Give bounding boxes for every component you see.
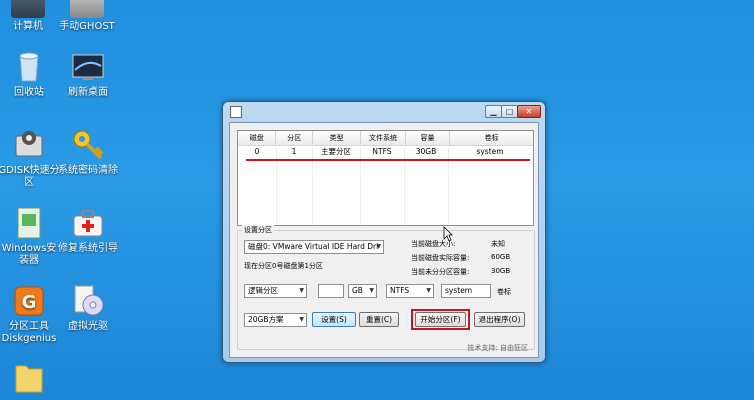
folder-icon — [12, 360, 46, 394]
column-header-filesystem[interactable]: 文件系统 — [361, 131, 406, 145]
maximize-button[interactable]: □ — [501, 105, 518, 118]
recycle-bin-icon — [12, 50, 46, 84]
desktop-icon-label: Windows安装器 — [1, 243, 57, 266]
volume-label-input[interactable]: system — [441, 284, 491, 298]
desktop-icon-label: 系统密码清除 — [58, 165, 118, 176]
desktop-icon-label: GDISK快速分区 — [0, 165, 60, 188]
stat-value: 未知 — [491, 240, 505, 248]
column-header-partition[interactable]: 分区 — [276, 131, 313, 145]
window-title-bar[interactable]: ▁ □ ✕ — [223, 102, 545, 120]
desktop-icon-repair-boot[interactable]: 修复系统引导 — [56, 206, 120, 255]
cell-partition: 1 — [291, 147, 297, 156]
minimize-button[interactable]: ▁ — [485, 105, 502, 118]
volume-label-value: system — [445, 286, 473, 295]
desktop-icon-gdisk[interactable]: GDISK快速分区 — [0, 128, 61, 189]
cell-type: 主要分区 — [321, 147, 351, 156]
desktop-icon-label: 手动GHOST — [59, 21, 115, 32]
desktop-icon-computer[interactable]: 计算机 — [0, 0, 60, 33]
disk-select[interactable]: 磁盘0: VMware Virtual IDE Hard Dri ▼ — [244, 240, 384, 254]
chevron-down-icon: ▼ — [299, 287, 304, 294]
desktop-icon-diskgenius[interactable]: G 分区工具Diskgenius — [0, 284, 61, 345]
computer-icon — [11, 0, 45, 18]
exit-program-button[interactable]: 退出程序(O) — [474, 312, 525, 327]
chevron-down-icon: ▼ — [369, 287, 374, 294]
virtual-drive-icon — [71, 284, 105, 318]
start-button-highlight — [411, 309, 470, 330]
stat-label: 当前未分分区容量: — [411, 268, 470, 276]
desktop-icon-recycle-bin[interactable]: 回收站 — [0, 50, 61, 99]
first-aid-kit-icon — [71, 206, 105, 240]
desktop-icon-label: 虚拟光驱 — [68, 321, 108, 332]
window-client-area: 磁盘 分区 类型 文件系统 容量 卷标 0 1 主要分区 NTFS 30GB s… — [229, 122, 539, 358]
key-icon — [71, 128, 105, 162]
partition-window: ▁ □ ✕ 磁盘 分区 类型 文件系统 容量 卷标 0 1 主要分区 NTFS — [222, 101, 546, 363]
filesystem-value: NTFS — [390, 286, 410, 295]
unit-select[interactable]: GB ▼ — [348, 284, 377, 298]
scheme-value: 20GB方案 — [248, 315, 284, 324]
column-header-label[interactable]: 卷标 — [450, 131, 533, 145]
reset-button[interactable]: 重置(C) — [359, 312, 399, 327]
desktop-icon-password-clear[interactable]: 系统密码清除 — [56, 128, 120, 177]
stat-value: 60GB — [491, 253, 511, 261]
size-input[interactable] — [318, 284, 344, 298]
ghost-icon — [70, 0, 104, 18]
settings-group: 设置分区 磁盘0: VMware Virtual IDE Hard Dri ▼ … — [237, 225, 535, 350]
group-title: 设置分区 — [242, 225, 274, 235]
app-icon — [230, 106, 242, 118]
current-partition-info: 现在分区0号磁盘第1分区 — [244, 262, 323, 270]
stat-label: 当前磁盘实际容量: — [411, 254, 470, 262]
desktop-icon-virtual-drive[interactable]: 虚拟光驱 — [56, 284, 120, 333]
desktop-icon-label: 刷新桌面 — [68, 87, 108, 98]
column-header-type[interactable]: 类型 — [313, 131, 362, 145]
svg-text:G: G — [22, 292, 37, 313]
stat-value: 30GB — [491, 267, 511, 275]
gdisk-icon — [12, 128, 46, 162]
unit-value: GB — [352, 286, 363, 295]
desktop-icon-label: 修复系统引导 — [58, 243, 118, 254]
set-button[interactable]: 设置(S) — [312, 312, 356, 327]
disk-select-value: 磁盘0: VMware Virtual IDE Hard Dri — [248, 242, 379, 251]
column-header-disk[interactable]: 磁盘 — [238, 131, 277, 145]
mouse-cursor-icon — [443, 226, 453, 242]
row-underline-annotation — [246, 159, 530, 161]
desktop-icon-label: 回收站 — [14, 87, 44, 98]
cell-label: system — [476, 147, 504, 156]
cell-disk: 0 — [254, 147, 260, 156]
table-header: 磁盘 分区 类型 文件系统 容量 卷标 — [238, 131, 533, 146]
desktop-icon-refresh-desktop[interactable]: 刷新桌面 — [56, 50, 120, 99]
desktop-icon-label: 计算机 — [13, 21, 43, 32]
chevron-down-icon: ▼ — [376, 243, 381, 250]
filesystem-select[interactable]: NTFS ▼ — [386, 284, 434, 298]
windows-installer-icon — [12, 206, 46, 240]
partition-table[interactable]: 磁盘 分区 类型 文件系统 容量 卷标 0 1 主要分区 NTFS 30GB s… — [237, 130, 534, 226]
support-footer: 技术支持: 自由狂区 — [467, 344, 528, 352]
chevron-down-icon: ▼ — [426, 287, 431, 294]
table-row[interactable]: 0 1 主要分区 NTFS 30GB system — [238, 145, 533, 157]
desktop-icon-windows-installer[interactable]: Windows安装器 — [0, 206, 61, 267]
desktop-icon-manual-ghost[interactable]: 手动GHOST — [55, 0, 119, 33]
refresh-desktop-icon — [71, 50, 105, 84]
desktop-icon-label: 分区工具Diskgenius — [1, 321, 57, 344]
partition-type-select[interactable]: 逻辑分区 ▼ — [244, 284, 307, 298]
cell-capacity: 30GB — [415, 147, 437, 156]
cell-filesystem: NTFS — [372, 147, 392, 156]
desktop-icon-folder[interactable] — [0, 360, 61, 397]
close-button[interactable]: ✕ — [517, 105, 541, 118]
volume-label-caption: 卷标 — [497, 288, 511, 296]
chevron-down-icon: ▼ — [299, 316, 304, 323]
scheme-select[interactable]: 20GB方案 ▼ — [244, 313, 307, 327]
diskgenius-icon: G — [12, 284, 46, 318]
column-header-capacity[interactable]: 容量 — [406, 131, 451, 145]
partition-type-value: 逻辑分区 — [248, 286, 278, 295]
